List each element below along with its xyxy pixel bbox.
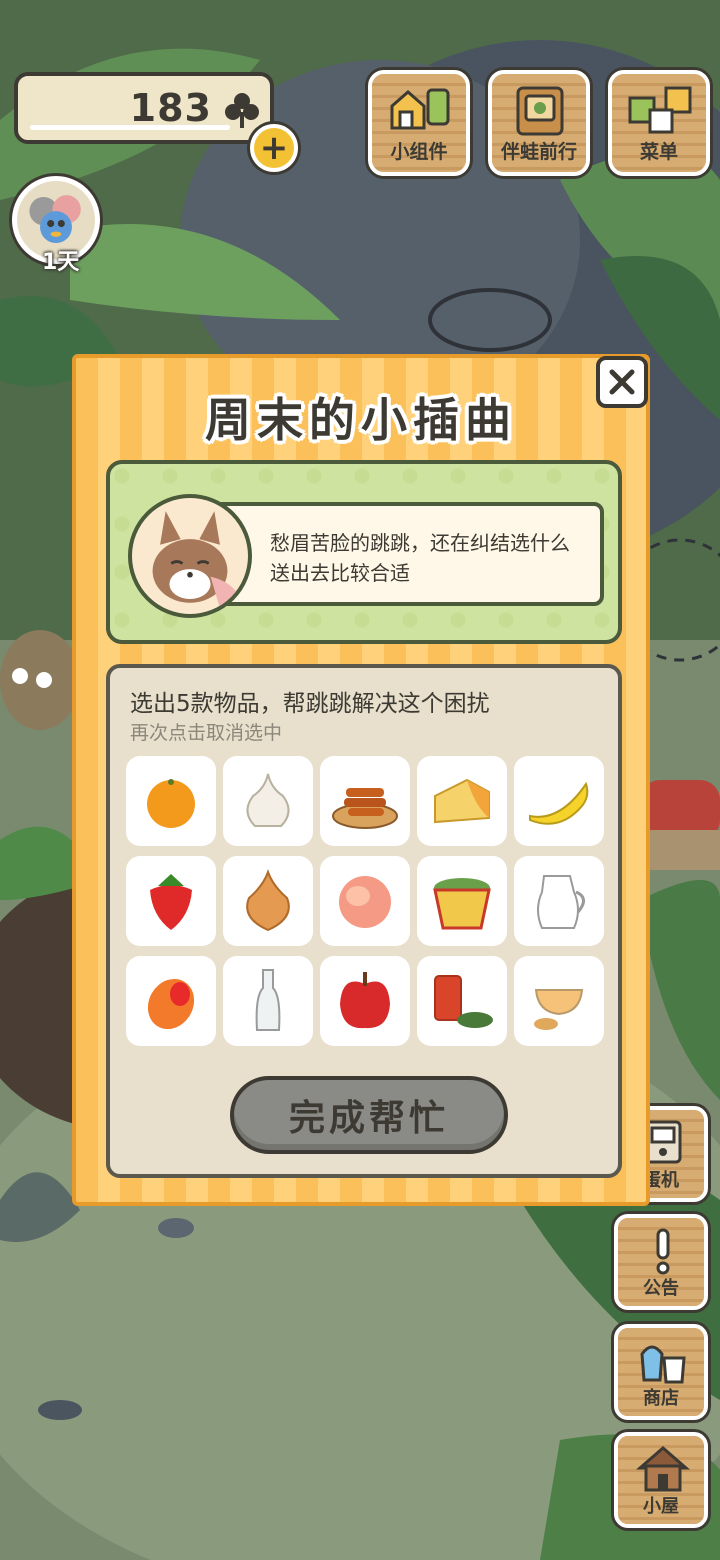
notice-button[interactable]: 公告 — [614, 1214, 708, 1310]
notice-button-label: 公告 — [643, 1278, 679, 1299]
clover-icon — [225, 93, 259, 128]
complete-help-button[interactable]: 完成帮忙 — [230, 1076, 508, 1154]
clover-counter: 183 — [14, 72, 274, 144]
house-button[interactable]: 小屋 — [614, 1432, 708, 1528]
cup-noodles-icon — [433, 878, 491, 930]
select-hint: 再次点击取消选中 — [130, 722, 283, 744]
tea-can-and-leaves-icon — [434, 975, 493, 1028]
item-orange[interactable] — [126, 756, 216, 846]
glass-bottle-icon — [255, 969, 281, 1031]
add-clover-button[interactable]: + — [250, 124, 298, 172]
squirrel-portrait — [128, 494, 252, 618]
widget-icon — [390, 88, 450, 130]
widget-button[interactable]: 小组件 — [368, 70, 470, 176]
item-garlic[interactable] — [223, 756, 313, 846]
journey-button-label: 伴蛙前行 — [500, 141, 577, 163]
days-label: 1天 — [42, 250, 80, 275]
item-apple[interactable] — [320, 956, 410, 1046]
plus-icon: + — [259, 128, 289, 168]
item-select-panel: 选出5款物品，帮跳跳解决这个困扰 再次点击取消选中 完成帮忙 — [106, 664, 622, 1178]
strawberry-icon — [150, 874, 192, 930]
house-button-label: 小屋 — [643, 1496, 679, 1517]
ginger-tea-icon — [534, 989, 584, 1030]
journey-button[interactable]: 伴蛙前行 — [488, 70, 590, 176]
dialog-title: 周末的小插曲 — [205, 393, 517, 447]
item-onion[interactable] — [223, 856, 313, 946]
shop-button-label: 商店 — [643, 1388, 679, 1409]
item-glass-bottle[interactable] — [223, 956, 313, 1046]
item-milk-jug[interactable] — [514, 856, 604, 946]
widget-button-label: 小组件 — [390, 141, 448, 163]
item-cup-noodles[interactable] — [417, 856, 507, 946]
item-grid — [126, 756, 606, 1046]
orange-icon — [147, 779, 195, 828]
close-icon — [609, 369, 635, 395]
milk-jug-icon — [537, 875, 585, 929]
close-button[interactable] — [596, 356, 648, 408]
apple-icon — [340, 972, 390, 1029]
item-banana[interactable] — [514, 756, 604, 846]
story-bubble: 愁眉苦脸的跳跳，还在纠结选什么送出去比较合适 — [210, 502, 604, 606]
journey-book-icon — [516, 86, 564, 136]
peach-icon — [339, 876, 391, 928]
select-title: 选出5款物品，帮跳跳解决这个困扰 — [130, 691, 490, 717]
clover-count: 183 — [129, 86, 212, 130]
item-ginger-tea[interactable] — [514, 956, 604, 1046]
item-strawberry[interactable] — [126, 856, 216, 946]
item-tea-can[interactable] — [417, 956, 507, 1046]
item-cheese[interactable] — [417, 756, 507, 846]
garlic-icon — [246, 773, 290, 827]
item-mango[interactable] — [126, 956, 216, 1046]
banana-icon — [529, 781, 589, 825]
house-icon — [636, 1446, 690, 1492]
event-dialog: 周末的小插曲 愁眉苦脸的跳跳，还在纠结选什么送出去比较合适 选出5款物品，帮跳跳… — [72, 354, 650, 1206]
menu-button[interactable]: 菜单 — [608, 70, 710, 176]
menu-button-label: 菜单 — [639, 141, 678, 163]
item-peach[interactable] — [320, 856, 410, 946]
menu-cards-icon — [628, 86, 692, 134]
squirrel-icon — [152, 511, 243, 609]
exclamation-icon — [656, 1228, 670, 1275]
cheese-icon — [434, 778, 490, 824]
shop-bags-icon — [640, 1345, 686, 1384]
counter-underline — [30, 125, 230, 130]
story-text: 愁眉苦脸的跳跳，还在纠结选什么送出去比较合适 — [270, 531, 570, 585]
onion-icon — [246, 869, 290, 932]
mango-icon — [147, 978, 195, 1030]
item-fried-dough-twists[interactable] — [320, 756, 410, 846]
fried-dough-twists-icon — [332, 788, 398, 829]
story-panel: 愁眉苦脸的跳跳，还在纠结选什么送出去比较合适 — [106, 460, 622, 644]
shop-button[interactable]: 商店 — [614, 1324, 708, 1420]
